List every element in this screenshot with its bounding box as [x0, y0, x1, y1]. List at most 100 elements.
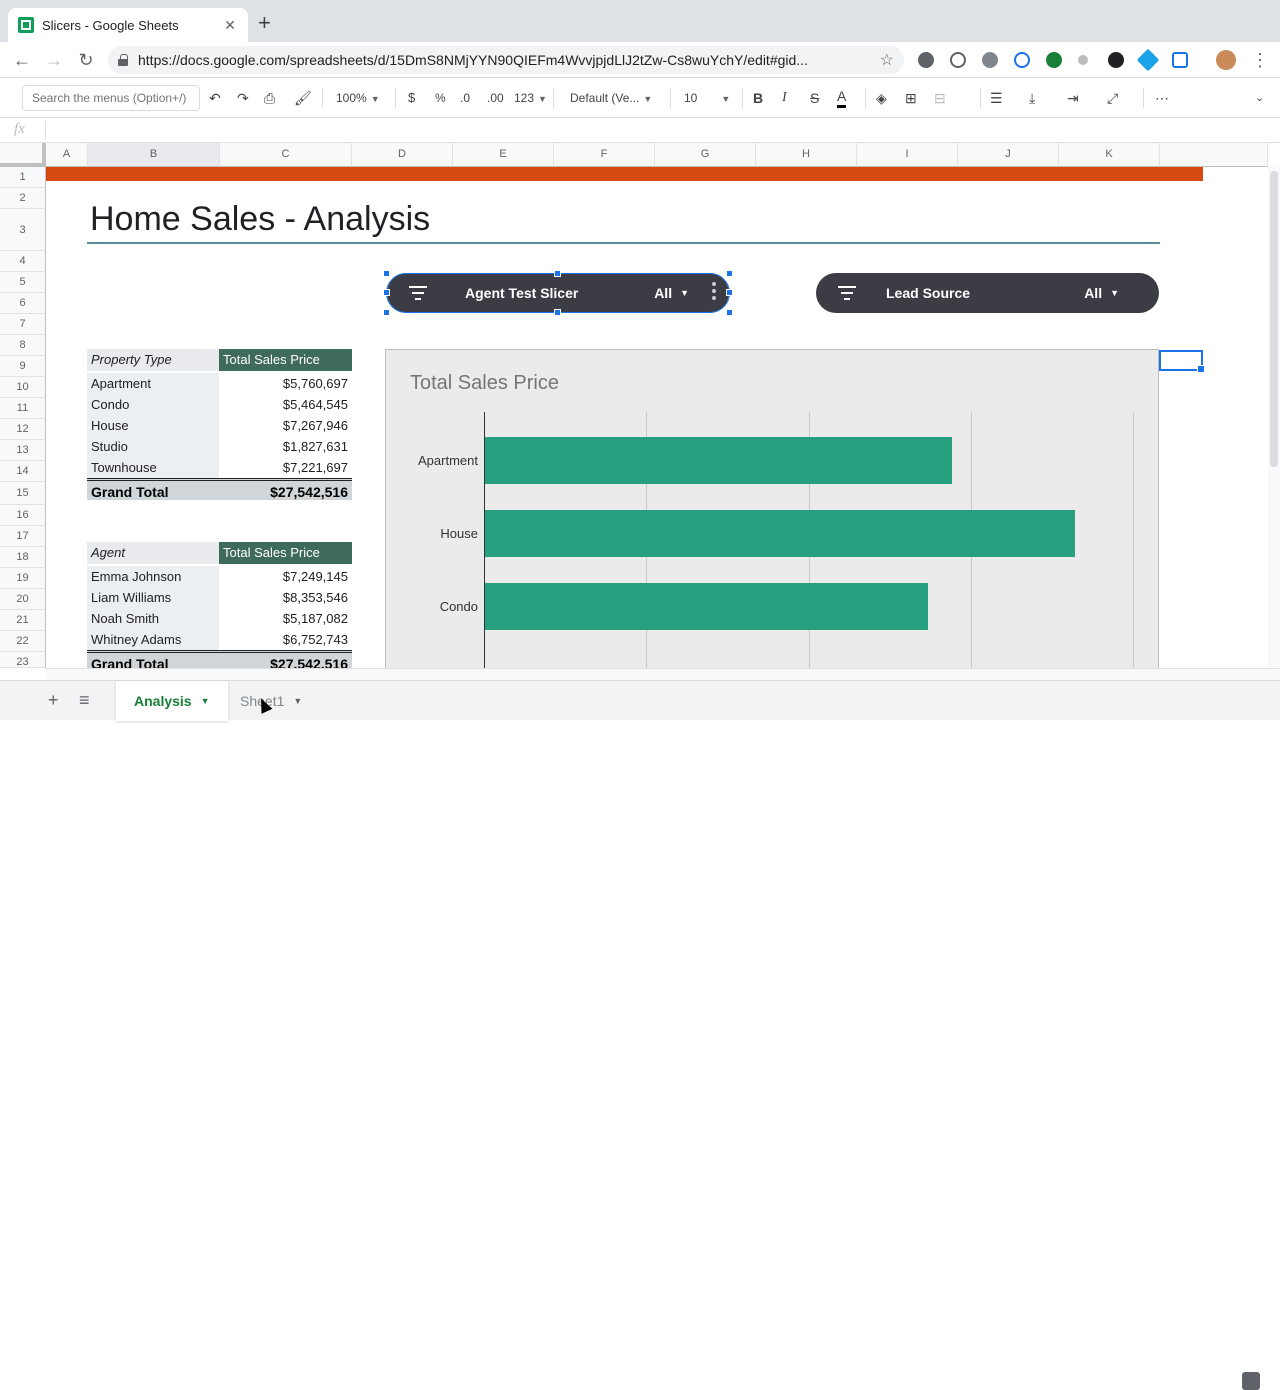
- row-header[interactable]: 18: [0, 547, 46, 568]
- table-cell[interactable]: $5,760,697: [219, 373, 352, 394]
- row-header[interactable]: 10: [0, 377, 46, 398]
- column-header[interactable]: F: [554, 143, 655, 167]
- table-cell[interactable]: $27,542,516: [219, 481, 352, 500]
- forward-icon[interactable]: →: [42, 48, 66, 72]
- eyedropper-extension-icon[interactable]: [918, 52, 934, 68]
- table-cell[interactable]: $8,353,546: [219, 587, 352, 608]
- text-color-button[interactable]: A: [837, 88, 847, 108]
- resize-handle[interactable]: [383, 309, 390, 316]
- drive-extension-icon[interactable]: [982, 52, 998, 68]
- print-icon[interactable]: ⎙: [264, 88, 275, 108]
- all-sheets-icon[interactable]: ≡: [79, 690, 90, 711]
- cloud-extension-icon[interactable]: [1108, 52, 1124, 68]
- table-cell[interactable]: Studio: [87, 436, 219, 457]
- font-select[interactable]: Default (Ve... ▼: [570, 88, 652, 108]
- table-cell[interactable]: Liam Williams: [87, 587, 219, 608]
- bold-button[interactable]: B: [753, 88, 763, 108]
- resize-handle[interactable]: [554, 270, 561, 277]
- resize-handle[interactable]: [383, 289, 390, 296]
- column-header[interactable]: C: [220, 143, 352, 167]
- vertical-align-icon[interactable]: ⤓: [1029, 88, 1035, 108]
- column-header[interactable]: K: [1059, 143, 1160, 167]
- close-tab-icon[interactable]: ✕: [222, 17, 238, 34]
- resize-handle[interactable]: [726, 270, 733, 277]
- horizontal-scrollbar[interactable]: [46, 668, 1280, 680]
- table-cell[interactable]: House: [87, 415, 219, 436]
- column-header[interactable]: E: [453, 143, 554, 167]
- chart-bar[interactable]: [485, 510, 1075, 557]
- row-header[interactable]: 1: [0, 167, 46, 188]
- row-header[interactable]: 14: [0, 461, 46, 482]
- row-header[interactable]: 5: [0, 272, 46, 293]
- table-cell[interactable]: Noah Smith: [87, 608, 219, 629]
- lead-source-slicer[interactable]: Lead Source All ▼: [816, 273, 1159, 313]
- row-header[interactable]: 21: [0, 610, 46, 631]
- search-menus-input[interactable]: [22, 85, 200, 111]
- increase-decimal-button[interactable]: .00: [487, 88, 504, 108]
- row-header[interactable]: 20: [0, 589, 46, 610]
- resize-handle[interactable]: [383, 270, 390, 277]
- explore-icon[interactable]: [1242, 1372, 1260, 1390]
- row-header[interactable]: 17: [0, 526, 46, 547]
- row-header[interactable]: 15: [0, 482, 46, 505]
- text-rotation-icon[interactable]: ⤢: [1107, 88, 1118, 108]
- row-header[interactable]: 4: [0, 251, 46, 272]
- vertical-scrollbar[interactable]: [1268, 167, 1280, 668]
- font-size-select[interactable]: 10 ▼: [684, 88, 734, 108]
- column-header[interactable]: G: [655, 143, 756, 167]
- pivot-header-cell[interactable]: Total Sales Price: [219, 349, 352, 371]
- italic-button[interactable]: I: [782, 88, 787, 108]
- row-header[interactable]: 22: [0, 631, 46, 652]
- column-header[interactable]: I: [857, 143, 958, 167]
- sheet-tab-analysis[interactable]: Analysis ▼: [116, 681, 228, 721]
- table-cell[interactable]: $6,752,743: [219, 629, 352, 650]
- browser-menu-icon[interactable]: ⋮: [1248, 48, 1272, 72]
- table-cell[interactable]: Emma Johnson: [87, 566, 219, 587]
- borders-icon[interactable]: ⊞: [905, 88, 917, 108]
- row-header[interactable]: 19: [0, 568, 46, 589]
- row-header[interactable]: 8: [0, 335, 46, 356]
- zoom-select[interactable]: 100% ▼: [336, 88, 380, 108]
- column-header[interactable]: H: [756, 143, 857, 167]
- table-cell[interactable]: $7,249,145: [219, 566, 352, 587]
- sheet-tab-sheet1[interactable]: Sheet1 ▼: [222, 681, 320, 721]
- agent-pivot-table[interactable]: Agent Total Sales Price Emma Johnson $7,2…: [87, 542, 352, 672]
- table-cell[interactable]: Grand Total: [87, 481, 219, 500]
- column-header[interactable]: J: [958, 143, 1059, 167]
- column-header[interactable]: D: [352, 143, 453, 167]
- select-all-corner[interactable]: [0, 143, 46, 167]
- row-header[interactable]: 13: [0, 440, 46, 461]
- percent-button[interactable]: %: [435, 88, 446, 108]
- slicer-value[interactable]: All: [1084, 285, 1102, 301]
- green-extension-icon[interactable]: [1046, 52, 1062, 68]
- more-formats-button[interactable]: 123 ▼: [514, 88, 547, 108]
- pivot-header-cell[interactable]: Agent: [87, 542, 219, 564]
- browser-tab[interactable]: Slicers - Google Sheets ✕: [8, 8, 248, 42]
- vertical-scroll-thumb[interactable]: [1270, 171, 1278, 467]
- resize-handle[interactable]: [726, 289, 733, 296]
- text-wrapping-icon[interactable]: ⇥: [1067, 88, 1079, 108]
- horizontal-align-icon[interactable]: ☰: [990, 88, 1003, 108]
- table-cell[interactable]: $5,464,545: [219, 394, 352, 415]
- strikethrough-button[interactable]: S: [810, 88, 819, 108]
- row-header[interactable]: 23: [0, 652, 46, 668]
- collapse-toolbar-icon[interactable]: ⌄: [1255, 88, 1264, 108]
- row-header[interactable]: 16: [0, 505, 46, 526]
- column-header[interactable]: A: [46, 143, 88, 167]
- table-cell[interactable]: Apartment: [87, 373, 219, 394]
- row-header[interactable]: 3: [0, 209, 46, 251]
- row-header[interactable]: 11: [0, 398, 46, 419]
- sheet-tab-caret-icon[interactable]: ▼: [201, 696, 210, 706]
- row-header[interactable]: 12: [0, 419, 46, 440]
- tag-extension-icon[interactable]: [1172, 52, 1188, 68]
- extension-icon[interactable]: [950, 52, 966, 68]
- redo-icon[interactable]: ↷: [237, 88, 249, 108]
- small-extension-icon[interactable]: [1078, 55, 1088, 65]
- pivot-header-cell[interactable]: Property Type: [87, 349, 219, 371]
- fill-color-icon[interactable]: ◈: [876, 88, 887, 108]
- resize-handle[interactable]: [726, 309, 733, 316]
- table-cell[interactable]: Townhouse: [87, 457, 219, 478]
- address-bar[interactable]: https://docs.google.com/spreadsheets/d/1…: [108, 46, 904, 74]
- currency-button[interactable]: $: [408, 88, 415, 108]
- shield-extension-icon[interactable]: [1014, 52, 1030, 68]
